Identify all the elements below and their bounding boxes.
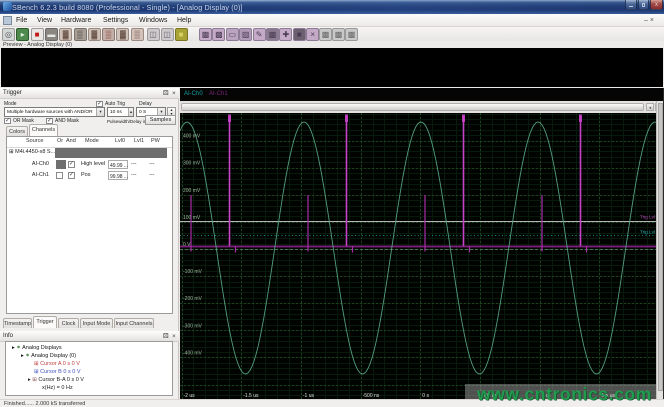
svg-text:300 mV: 300 mV — [183, 161, 201, 167]
svg-text:100 mV: 100 mV — [183, 215, 201, 221]
svg-text:0 V: 0 V — [183, 242, 191, 248]
svg-text:-300 mV: -300 mV — [183, 323, 203, 329]
svg-text:-200 mV: -200 mV — [183, 296, 203, 302]
svg-text:400 mV: 400 mV — [183, 134, 201, 140]
svg-text:-400 mV: -400 mV — [183, 350, 203, 356]
svg-text:-100 mV: -100 mV — [183, 269, 203, 275]
svg-text:Trig Lvl 0: Trig Lvl 0 — [640, 215, 656, 220]
svg-text:Trig Lvl 0: Trig Lvl 0 — [640, 230, 656, 235]
svg-text:200 mV: 200 mV — [183, 188, 201, 194]
